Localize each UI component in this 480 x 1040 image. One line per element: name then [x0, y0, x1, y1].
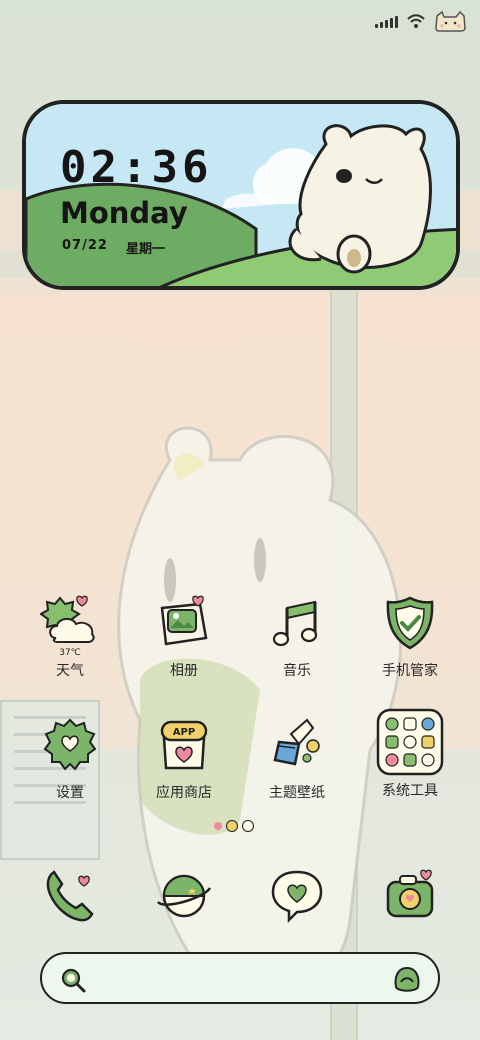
security-icon	[386, 596, 434, 650]
app-security[interactable]: 手机管家	[360, 594, 460, 680]
theme-icon	[273, 718, 320, 766]
clock-widget[interactable]: 02:36 Monday 07/22 星期一	[22, 100, 460, 290]
weather-temp: 37℃	[59, 648, 81, 658]
battery-icon	[435, 10, 466, 32]
clock-time: 02:36	[60, 142, 213, 193]
signal-icon	[375, 14, 398, 28]
svg-text:APP: APP	[173, 727, 195, 738]
app-theme[interactable]: 主题壁纸	[247, 716, 347, 802]
app-tools-folder[interactable]: 系统工具	[360, 708, 460, 800]
dock-phone[interactable]	[20, 866, 120, 926]
phone-icon	[46, 870, 94, 922]
app-label: 天气	[56, 663, 84, 679]
settings-icon	[43, 718, 97, 771]
page-dot-star-icon	[242, 820, 254, 832]
page-indicator[interactable]	[214, 820, 254, 832]
app-label: 系统工具	[382, 783, 438, 799]
app-weather[interactable]: 37℃ 天气	[20, 594, 120, 680]
app-label: 相册	[170, 663, 198, 679]
app-label: 应用商店	[156, 785, 212, 801]
music-icon	[272, 600, 318, 647]
search-icon[interactable]	[58, 965, 88, 995]
wifi-icon	[407, 14, 425, 28]
weather-icon	[39, 595, 95, 643]
app-label: 主题壁纸	[269, 785, 325, 801]
app-music[interactable]: 音乐	[247, 594, 347, 680]
app-store-icon: APP	[160, 720, 208, 770]
app-label: 音乐	[283, 663, 311, 679]
app-label: 设置	[56, 785, 84, 801]
clock-day: Monday	[60, 196, 188, 230]
dock-messages[interactable]	[247, 866, 347, 926]
clock-date: 07/22	[62, 238, 108, 253]
gallery-icon	[160, 595, 208, 646]
clock-weekday: 星期一	[126, 242, 166, 257]
page-dot-flower-icon	[226, 820, 238, 832]
app-gallery[interactable]: 相册	[134, 594, 234, 680]
page-dot-heart-icon	[214, 822, 222, 830]
voice-assistant-icon[interactable]	[392, 965, 422, 995]
app-settings[interactable]: 设置	[20, 716, 120, 802]
status-bar	[0, 0, 480, 40]
dock-browser[interactable]	[134, 866, 234, 926]
search-bar[interactable]	[40, 952, 440, 1004]
app-store[interactable]: APP 应用商店	[134, 716, 234, 802]
browser-icon	[157, 874, 212, 918]
dock-camera[interactable]	[360, 866, 460, 926]
messages-icon	[271, 870, 323, 924]
app-label: 手机管家	[382, 663, 438, 679]
tools-folder-icon	[376, 708, 444, 776]
camera-icon	[386, 869, 434, 918]
